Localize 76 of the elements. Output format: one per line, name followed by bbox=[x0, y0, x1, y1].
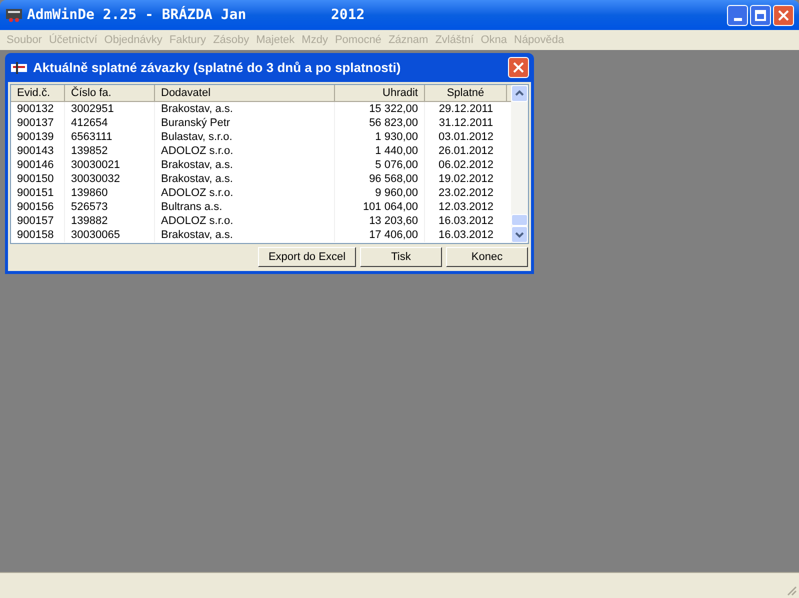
table-cell: 30030032 bbox=[65, 172, 155, 186]
table-cell: ADOLOZ s.r.o. bbox=[155, 144, 335, 158]
table-cell-text: 26.01.2012 bbox=[437, 144, 495, 158]
table-cell-text: 29.12.2011 bbox=[438, 102, 494, 116]
table-cell: Brakostav, a.s. bbox=[155, 172, 335, 186]
close-icon bbox=[778, 10, 789, 20]
table-cell-text: 16.03.2012 bbox=[437, 214, 495, 228]
column-header[interactable]: Číslo fa. bbox=[65, 85, 155, 101]
table-cell: 3002951 bbox=[65, 102, 155, 116]
scrollbar[interactable] bbox=[511, 85, 528, 243]
table-cell-text: 23.02.2012 bbox=[437, 186, 495, 200]
table-cell-text: 31.12.2011 bbox=[438, 116, 494, 130]
close-button[interactable] bbox=[508, 57, 529, 78]
table-cell: 101 064,00 bbox=[335, 200, 425, 214]
dialog-title: Aktuálně splatné závazky (splatné do 3 dnů a po splatnosti) bbox=[33, 58, 401, 77]
table-cell: 900146 bbox=[11, 158, 65, 172]
table-cell: 1 930,00 bbox=[335, 130, 425, 144]
table-cell: 900156 bbox=[11, 200, 65, 214]
table-cell: Brakostav, a.s. bbox=[155, 102, 335, 116]
table-cell: 13 203,60 bbox=[335, 214, 425, 228]
table-cell: 900139 bbox=[11, 130, 65, 144]
table-cell-text: 19.02.2012 bbox=[437, 172, 495, 186]
table-cell: 1 440,00 bbox=[335, 144, 425, 158]
close-icon bbox=[513, 62, 524, 73]
table-cell: Brakostav, a.s. bbox=[155, 158, 335, 172]
table-cell: 412654 bbox=[65, 116, 155, 130]
window-title: AdmWinDe 2.25 - BRÁZDA Jan bbox=[27, 5, 248, 24]
dialog-icon bbox=[10, 60, 28, 74]
app-logo-icon bbox=[5, 7, 23, 23]
table-cell: ADOLOZ s.r.o. bbox=[155, 186, 335, 200]
maximize-icon bbox=[755, 10, 766, 20]
table-cell: 900151 bbox=[11, 186, 65, 200]
table-cell: 900137 bbox=[11, 116, 65, 130]
table-cell: Bulastav, s.r.o. bbox=[155, 130, 335, 144]
window-year: 2012 bbox=[331, 6, 365, 24]
table-cell: Bultrans a.s. bbox=[155, 200, 335, 214]
column-header[interactable]: Dodavatel bbox=[155, 85, 335, 101]
minimize-button[interactable] bbox=[727, 4, 748, 26]
table-cell-text: 03.01.2012 bbox=[437, 130, 495, 144]
dialog-button[interactable]: Export do Excel bbox=[258, 247, 356, 267]
table-cell: 139882 bbox=[65, 214, 155, 228]
close-button[interactable] bbox=[773, 4, 794, 26]
table-cell: 15 322,00 bbox=[335, 102, 425, 116]
scroll-up-icon[interactable] bbox=[511, 85, 528, 102]
table-cell: Buranský Petr bbox=[155, 116, 335, 130]
dialog-button[interactable]: Konec bbox=[446, 247, 528, 267]
table-cell: 17 406,00 bbox=[335, 228, 425, 242]
column-header[interactable]: Evid.č. bbox=[11, 85, 65, 101]
column-header[interactable]: Splatné bbox=[425, 85, 507, 101]
scroll-down-icon[interactable] bbox=[511, 226, 528, 243]
table-cell: 900157 bbox=[11, 214, 65, 228]
table-cell: 6563111 bbox=[65, 130, 155, 144]
scroll-thumb-icon[interactable] bbox=[511, 214, 528, 226]
table-cell: 56 823,00 bbox=[335, 116, 425, 130]
table-cell: 900150 bbox=[11, 172, 65, 186]
table-cell: 9 960,00 bbox=[335, 186, 425, 200]
minimize-icon bbox=[734, 18, 742, 20]
table-cell: 5 076,00 bbox=[335, 158, 425, 172]
table-cell: 139860 bbox=[65, 186, 155, 200]
table-cell: 30030065 bbox=[65, 228, 155, 242]
table-cell: 900132 bbox=[11, 102, 65, 116]
table-cell-text: 16.03.2012 bbox=[437, 228, 495, 242]
table-cell: 900158 bbox=[11, 228, 65, 242]
table-cell: ADOLOZ s.r.o. bbox=[155, 214, 335, 228]
table-cell-text: 12.03.2012 bbox=[437, 200, 495, 214]
table-cell: Brakostav, a.s. bbox=[155, 228, 335, 242]
table-cell: 526573 bbox=[65, 200, 155, 214]
dialog-button[interactable]: Tisk bbox=[360, 247, 442, 267]
column-header[interactable]: Uhradit bbox=[335, 85, 425, 101]
resize-grip-icon[interactable] bbox=[785, 584, 797, 596]
table-cell: 96 568,00 bbox=[335, 172, 425, 186]
table-cell-text: 06.02.2012 bbox=[437, 158, 495, 172]
table-cell: 900143 bbox=[11, 144, 65, 158]
table-cell: 30030021 bbox=[65, 158, 155, 172]
maximize-button[interactable] bbox=[750, 4, 771, 26]
table-cell: 139852 bbox=[65, 144, 155, 158]
